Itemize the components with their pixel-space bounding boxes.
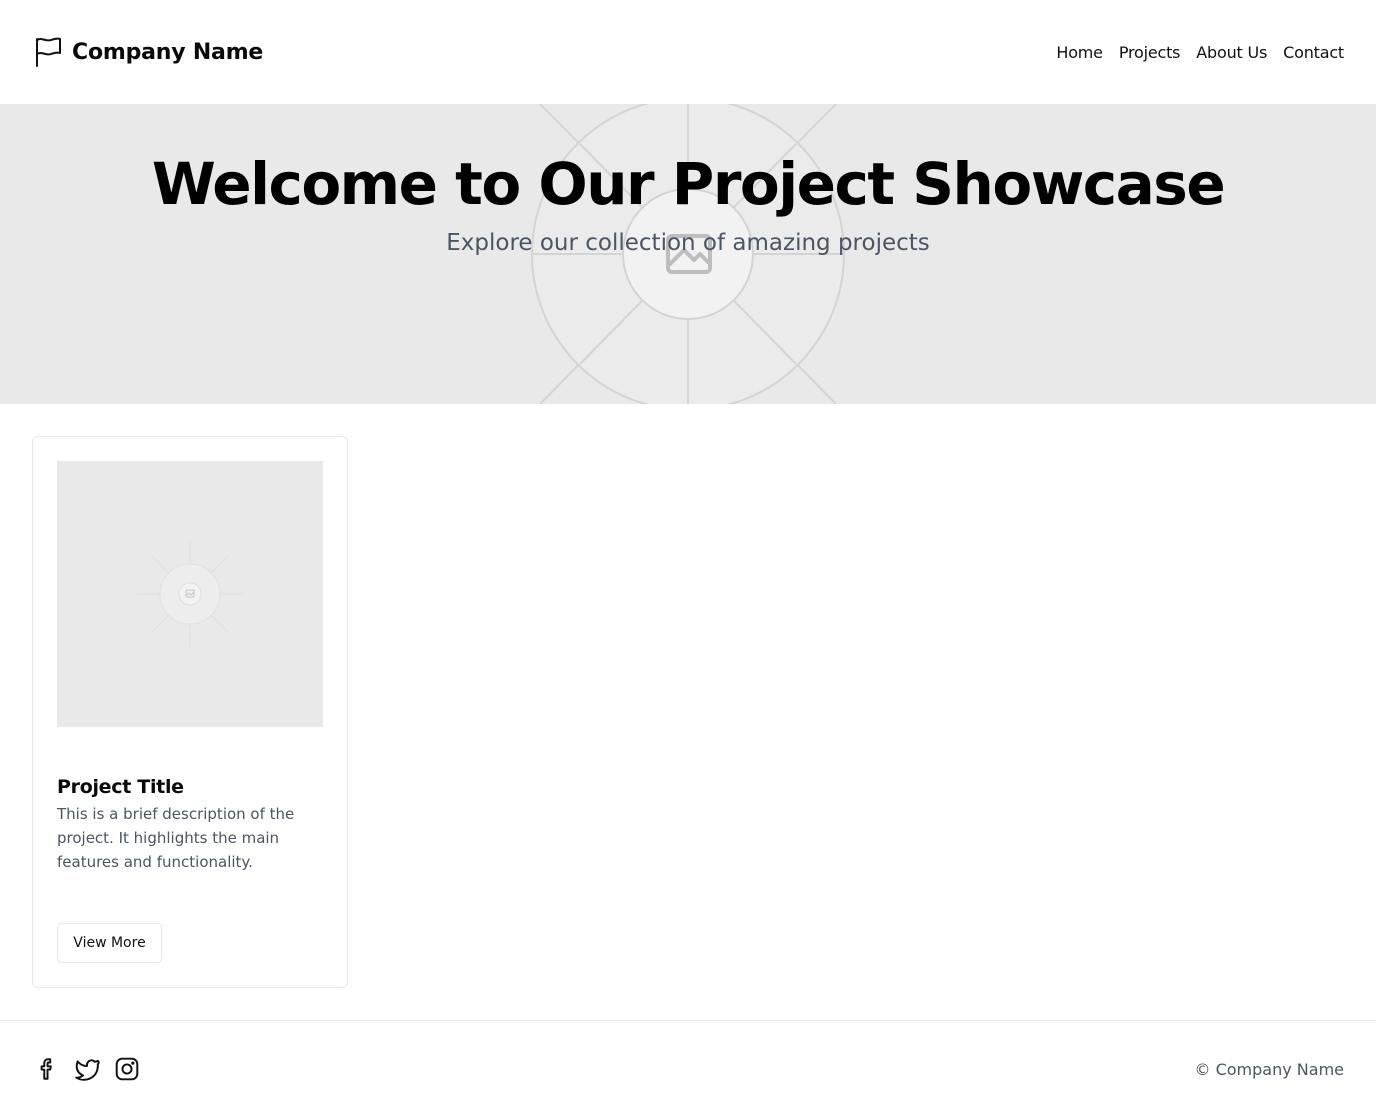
- page: Company Name Home Projects About Us Cont…: [0, 0, 1376, 1117]
- view-more-button[interactable]: View More: [57, 923, 162, 963]
- nav-link-projects[interactable]: Projects: [1119, 43, 1181, 62]
- flag-icon: [36, 37, 61, 67]
- main-nav: Home Projects About Us Contact: [1056, 43, 1344, 62]
- hero-text: Welcome to Our Project Showcase Explore …: [0, 150, 1376, 256]
- project-title: Project Title: [57, 776, 184, 798]
- instagram-icon[interactable]: [114, 1056, 140, 1082]
- nav-link-contact[interactable]: Contact: [1283, 43, 1344, 62]
- brand[interactable]: Company Name: [34, 36, 263, 68]
- site-footer: © Company Name: [0, 1020, 1376, 1117]
- hero-title: Welcome to Our Project Showcase: [151, 150, 1226, 218]
- social-links: [34, 1056, 140, 1082]
- brand-name: Company Name: [72, 39, 264, 65]
- image-placeholder-icon: [137, 541, 243, 647]
- nav-link-about-us[interactable]: About Us: [1196, 43, 1267, 62]
- site-header: Company Name Home Projects About Us Cont…: [0, 0, 1376, 104]
- hero-subtitle: Explore our collection of amazing projec…: [446, 230, 930, 256]
- project-image: [57, 461, 323, 727]
- hero-section: Welcome to Our Project Showcase Explore …: [0, 104, 1376, 404]
- twitter-icon[interactable]: [74, 1056, 100, 1082]
- facebook-icon[interactable]: [34, 1056, 60, 1082]
- project-card: Project Title This is a brief descriptio…: [32, 436, 348, 988]
- projects-section: Project Title This is a brief descriptio…: [0, 404, 1376, 1020]
- copyright-text: © Company Name: [1194, 1059, 1345, 1079]
- nav-link-home[interactable]: Home: [1056, 43, 1103, 62]
- project-description: This is a brief description of the proje…: [57, 805, 295, 871]
